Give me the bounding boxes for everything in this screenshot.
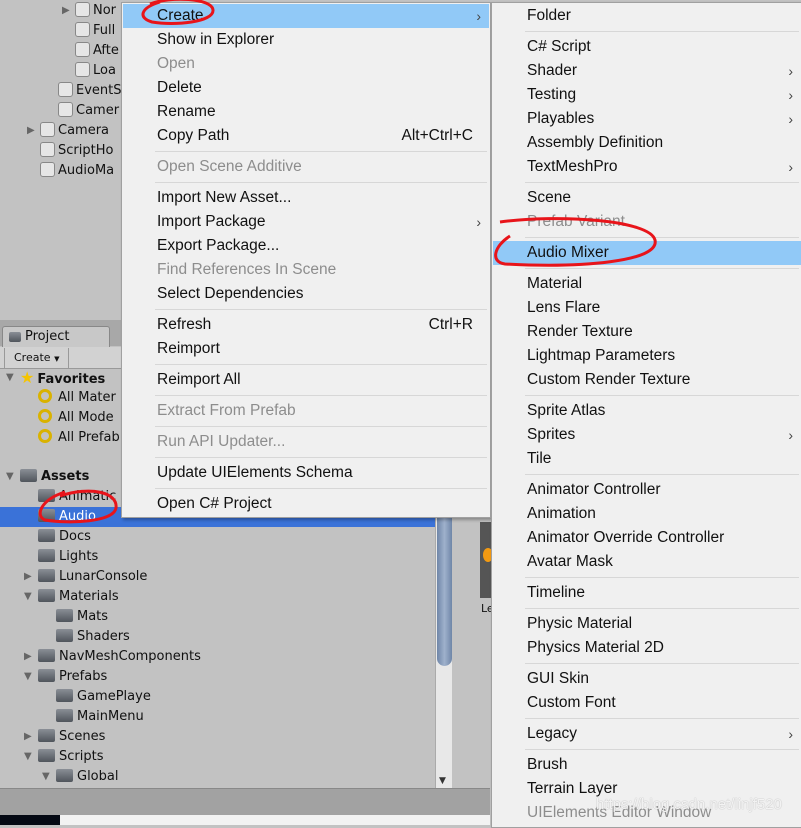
annotation-circle-audio-mixer (494, 217, 657, 267)
annotation-overlay (38, 0, 657, 524)
annotation-circle-create (141, 0, 215, 25)
annotation-circle-audio (38, 489, 118, 524)
